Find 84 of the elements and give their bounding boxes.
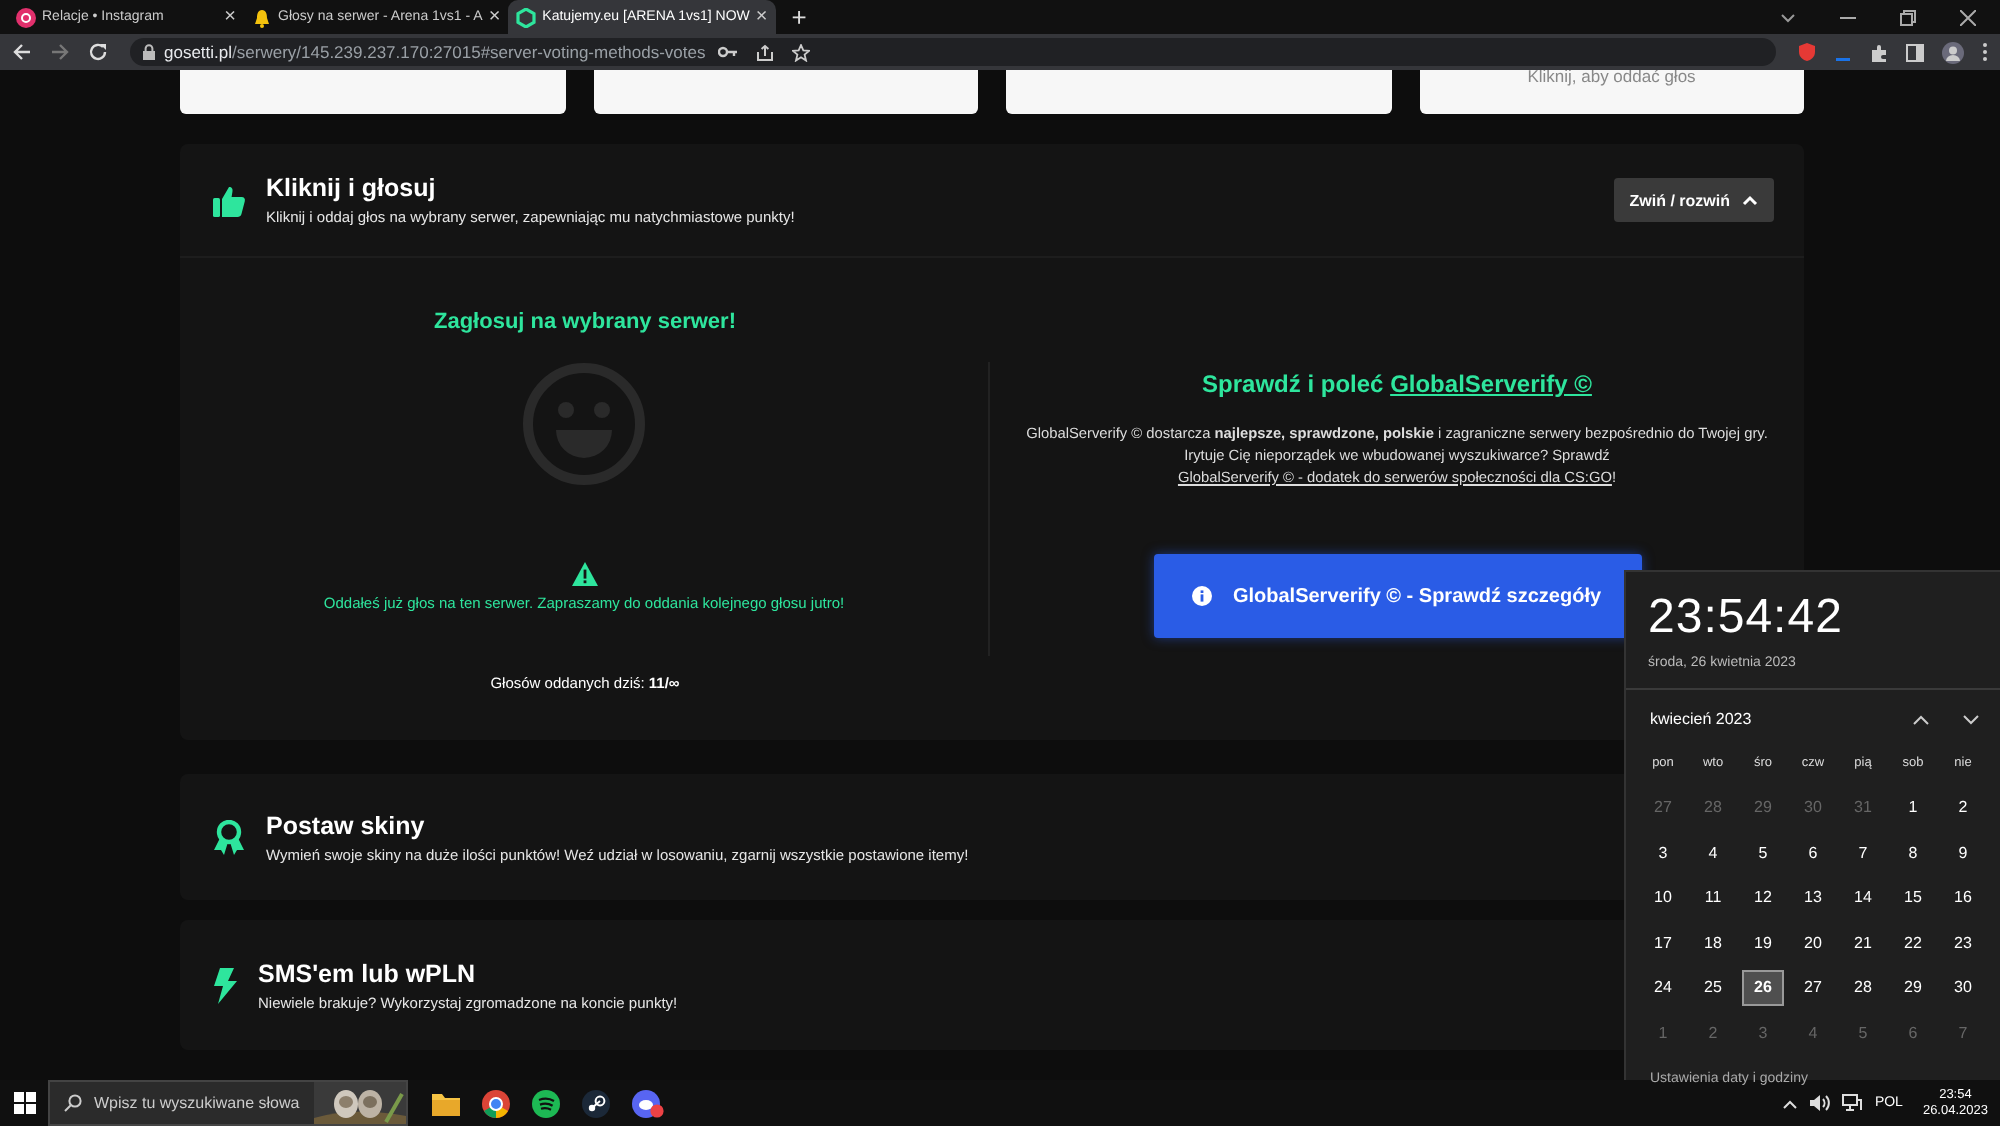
- calendar-day[interactable]: 13: [1788, 875, 1838, 920]
- calendar-day[interactable]: 18: [1688, 920, 1738, 965]
- calendar-day[interactable]: 28: [1838, 965, 1888, 1010]
- close-tab-button[interactable]: ×: [224, 6, 236, 28]
- vote-heading: Zagłosuj na wybrany serwer!: [434, 310, 736, 334]
- instagram-icon: [16, 7, 36, 27]
- chevron-up-icon: [1742, 194, 1758, 206]
- calendar-day[interactable]: 22: [1888, 920, 1938, 965]
- section-title: SMS'em lub wPLN: [258, 959, 478, 987]
- calendar-day[interactable]: 11: [1688, 875, 1738, 920]
- calendar-day[interactable]: 2: [1938, 785, 1988, 830]
- restore-icon[interactable]: [1900, 9, 1916, 25]
- calendar-day[interactable]: 6: [1788, 830, 1838, 875]
- star-icon[interactable]: [791, 43, 810, 61]
- calendar-day[interactable]: 25: [1688, 965, 1738, 1010]
- info-icon: [1192, 586, 1213, 607]
- calendar-day[interactable]: 21: [1838, 920, 1888, 965]
- calendar-day[interactable]: 5: [1738, 830, 1788, 875]
- collapse-button[interactable]: Zwiń / rozwiń: [1613, 178, 1774, 222]
- calendar-day[interactable]: 16: [1938, 875, 1988, 920]
- thumbs-up-icon: [212, 183, 246, 217]
- calendar-day[interactable]: 1: [1888, 785, 1938, 830]
- calendar-day[interactable]: 8: [1888, 830, 1938, 875]
- lightning-icon: [212, 967, 238, 1003]
- new-tab-button[interactable]: +: [791, 2, 807, 32]
- warning-icon: [571, 562, 597, 586]
- windows-icon[interactable]: [13, 1092, 35, 1114]
- speaker-icon[interactable]: [1810, 1094, 1831, 1112]
- chevron-down-icon[interactable]: [1780, 9, 1796, 25]
- section-title: Kliknij i głosuj: [266, 174, 438, 202]
- calendar-day[interactable]: 4: [1688, 830, 1738, 875]
- calendar-day[interactable]: 17: [1638, 920, 1688, 965]
- calendar-day[interactable]: 14: [1838, 875, 1888, 920]
- taskbar-search-field[interactable]: Wpisz tu wyszukiwane słowa: [48, 1080, 408, 1126]
- calendar-day[interactable]: 9: [1938, 830, 1988, 875]
- month-label[interactable]: kwiecień 2023: [1650, 710, 1912, 728]
- chevron-up-icon[interactable]: [1912, 713, 1930, 725]
- close-icon[interactable]: [1960, 9, 1976, 25]
- close-tab-button[interactable]: ×: [488, 6, 501, 28]
- calendar-day[interactable]: 20: [1788, 920, 1838, 965]
- url-text: gosetti.pl/serwery/145.239.237.170:27015#server-voting-methods-votes: [164, 42, 706, 62]
- search-icon: [64, 1094, 82, 1112]
- chrome-icon[interactable]: [482, 1089, 510, 1117]
- address-bar[interactable]: gosetti.pl/serwery/145.239.237.170:27015#server-voting-methods-votes: [130, 38, 1776, 66]
- forward-icon[interactable]: [50, 42, 70, 62]
- section-title: Postaw skiny: [266, 811, 427, 839]
- lock-icon: [142, 44, 156, 60]
- calendar-day[interactable]: 15: [1888, 875, 1938, 920]
- chevron-up-icon[interactable]: [1782, 1097, 1799, 1109]
- calendar-day[interactable]: 29: [1888, 965, 1938, 1010]
- clock-time: 23:54:42: [1646, 588, 1845, 646]
- calendar-day[interactable]: 7: [1838, 830, 1888, 875]
- avatar-icon[interactable]: [1942, 41, 1964, 63]
- menu-icon[interactable]: [1982, 42, 1988, 62]
- close-tab-button[interactable]: ×: [755, 6, 768, 28]
- calendar-day[interactable]: 19: [1738, 920, 1788, 965]
- music-app-icon[interactable]: [532, 1089, 560, 1117]
- calendar-day[interactable]: 24: [1638, 965, 1688, 1010]
- calendar-day[interactable]: 30: [1938, 965, 1988, 1010]
- game-client-icon[interactable]: [582, 1089, 610, 1117]
- globalserverify-link[interactable]: GlobalServerify ©: [1390, 370, 1592, 398]
- calendar-day[interactable]: 27: [1788, 965, 1838, 1010]
- network-icon[interactable]: [1842, 1094, 1863, 1112]
- shield-icon[interactable]: [1798, 42, 1816, 62]
- share-icon[interactable]: [755, 43, 774, 61]
- calendar-day[interactable]: 26: [1742, 969, 1784, 1006]
- details-button[interactable]: GlobalServerify © - Sprawdź szczegóły: [1153, 554, 1641, 639]
- calendar-day[interactable]: 12: [1738, 875, 1788, 920]
- award-icon: [212, 819, 246, 855]
- card-text: Kliknij, aby oddać głos: [1527, 70, 1696, 84]
- back-icon[interactable]: [12, 42, 32, 62]
- key-icon[interactable]: [717, 44, 738, 60]
- bell-icon: [252, 7, 272, 27]
- chevron-down-icon[interactable]: [1962, 713, 1980, 725]
- puzzle-icon[interactable]: [1870, 43, 1888, 61]
- chat-app-icon[interactable]: [632, 1089, 664, 1117]
- calendar-day[interactable]: 3: [1638, 830, 1688, 875]
- side-panel-icon[interactable]: [1906, 43, 1924, 61]
- folder-icon[interactable]: [432, 1091, 460, 1115]
- reload-icon[interactable]: [88, 42, 108, 62]
- calendar-day[interactable]: 10: [1638, 875, 1688, 920]
- calendar-day[interactable]: 23: [1938, 920, 1988, 965]
- hexagon-icon: [516, 7, 537, 27]
- promo-heading: Sprawdź i poleć GlobalServerify ©: [1202, 370, 1592, 398]
